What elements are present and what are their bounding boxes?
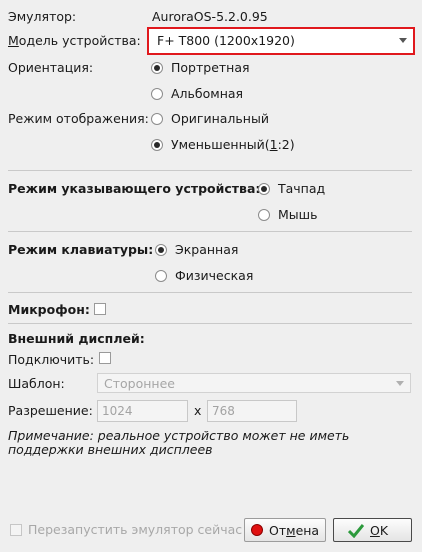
orientation-landscape-radio[interactable]	[151, 88, 163, 100]
orientation-portrait-radio[interactable]	[151, 62, 163, 74]
resolution-height-input[interactable]: 768	[207, 400, 297, 422]
external-display-title: Внешний дисплей:	[8, 331, 145, 346]
resolution-label: Разрешение:	[8, 403, 93, 418]
template-combo[interactable]: Стороннее	[97, 373, 411, 393]
keyboard-physical-radio[interactable]	[155, 270, 167, 282]
keyboard-physical-label: Физическая	[175, 268, 254, 283]
emulator-label: Эмулятор:	[8, 9, 77, 24]
orientation-portrait-label: Портретная	[171, 60, 250, 75]
display-mode-scaled-radio[interactable]	[151, 139, 163, 151]
pointer-touchpad-label: Тачпад	[278, 181, 326, 196]
display-mode-scaled-label: Уменьшенный(1:2)	[171, 137, 295, 152]
note-line-2: поддержки внешних дисплеев	[8, 442, 213, 457]
chevron-down-icon	[396, 381, 404, 386]
connect-checkbox[interactable]	[99, 352, 111, 364]
microphone-label: Микрофон:	[8, 302, 90, 317]
display-mode-original-radio[interactable]	[151, 113, 163, 125]
separator	[8, 231, 412, 232]
resolution-width-input[interactable]: 1024	[97, 400, 188, 422]
connect-label: Подключить:	[8, 352, 95, 367]
separator	[8, 292, 412, 293]
keyboard-screen-label: Экранная	[175, 242, 239, 257]
orientation-landscape-label: Альбомная	[171, 86, 244, 101]
emulator-value: AuroraOS-5.2.0.95	[152, 9, 268, 24]
cancel-icon	[251, 524, 263, 536]
restart-label: Перезапустить эмулятор сейчас	[28, 522, 243, 537]
microphone-checkbox[interactable]	[94, 303, 106, 315]
keyboard-mode-label: Режим клавиатуры:	[8, 242, 154, 257]
display-mode-label: Режим отображения:	[8, 111, 149, 126]
pointer-mode-label: Режим указывающего устройства:	[8, 181, 261, 196]
keyboard-screen-radio[interactable]	[155, 244, 167, 256]
pointer-mouse-radio[interactable]	[258, 209, 270, 221]
resolution-times-label: x	[194, 403, 202, 418]
separator	[8, 170, 412, 171]
template-label: Шаблон:	[8, 376, 65, 391]
device-model-value: F+ T800 (1200x1920)	[157, 33, 295, 48]
separator	[8, 323, 412, 324]
device-model-combo[interactable]: F+ T800 (1200x1920)	[147, 27, 415, 55]
ok-button[interactable]: OK	[333, 518, 412, 542]
note-line-1: Примечание: реальное устройство может не…	[8, 428, 350, 443]
check-icon	[348, 524, 364, 538]
pointer-touchpad-radio[interactable]	[258, 183, 270, 195]
chevron-down-icon	[399, 38, 407, 43]
cancel-label: Отмена	[269, 523, 320, 538]
ok-label: OK	[370, 523, 389, 538]
model-label: Модель устройства:	[8, 33, 141, 48]
orientation-label: Ориентация:	[8, 60, 94, 75]
cancel-button[interactable]: Отмена	[244, 518, 326, 542]
template-value: Стороннее	[104, 376, 175, 391]
display-mode-original-label: Оригинальный	[171, 111, 269, 126]
pointer-mouse-label: Мышь	[278, 207, 318, 222]
restart-checkbox[interactable]	[10, 524, 22, 536]
